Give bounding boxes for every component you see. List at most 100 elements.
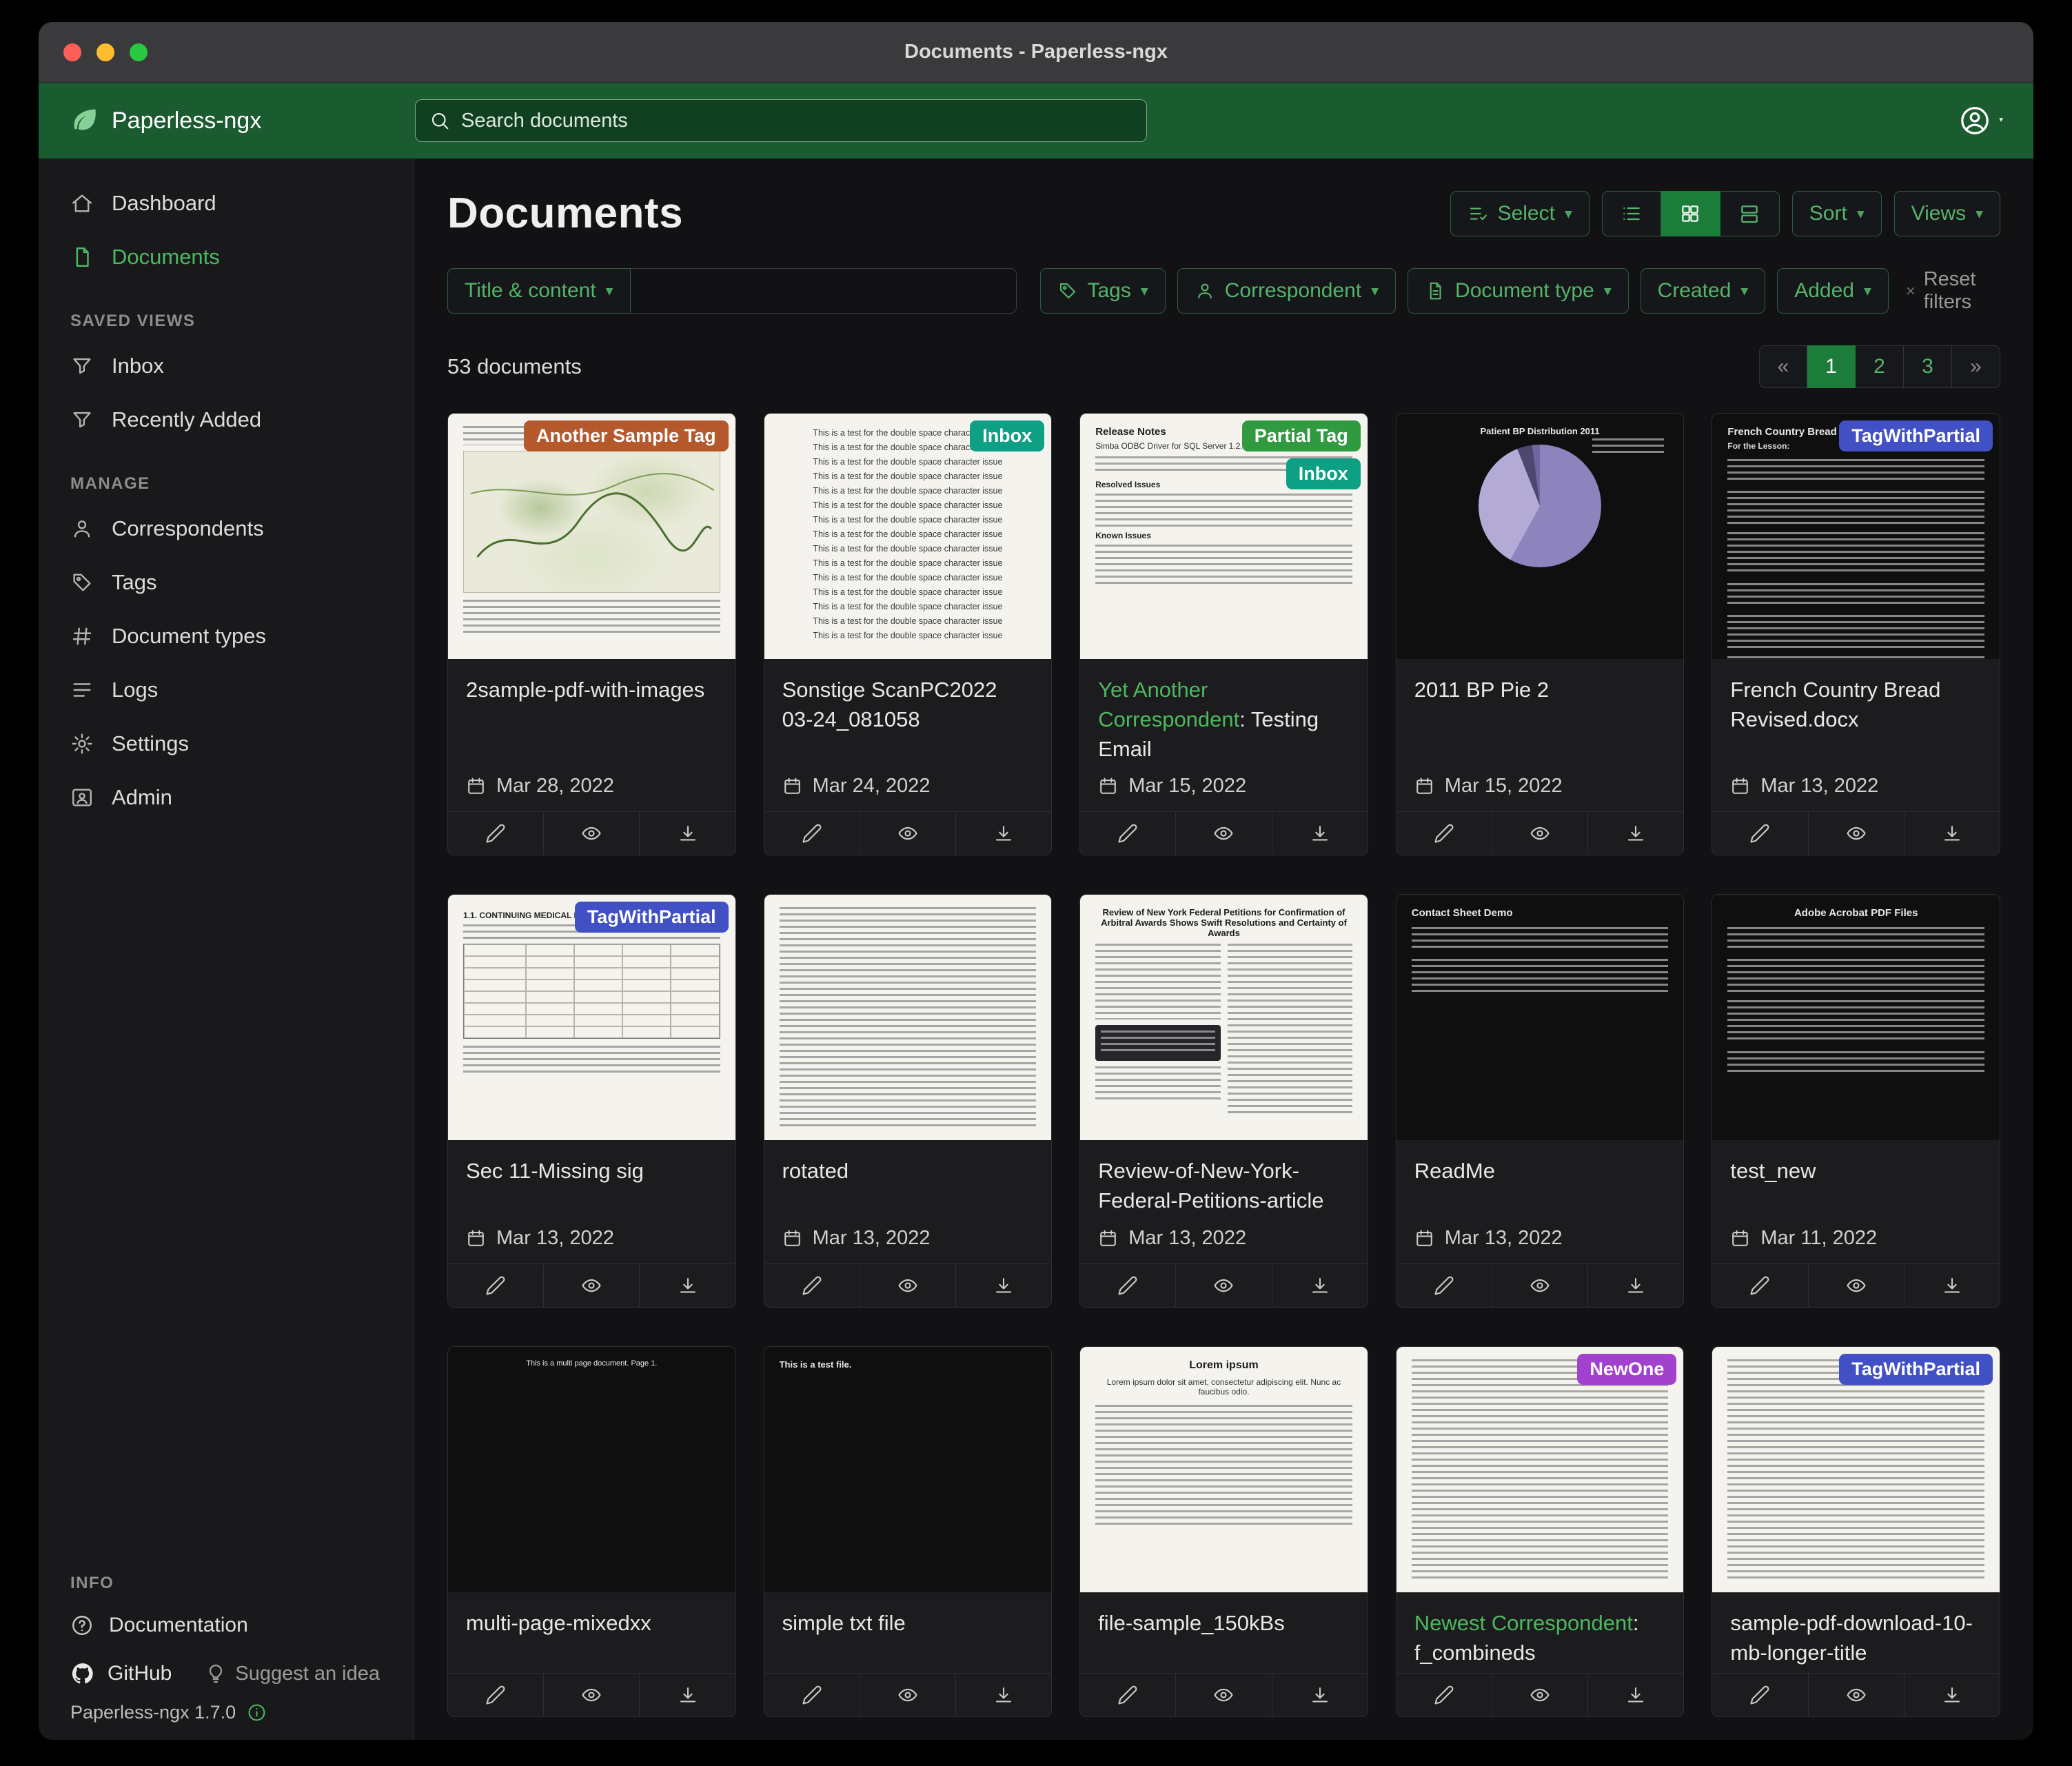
- sidebar-item-tags[interactable]: Tags: [39, 556, 414, 609]
- sidebar-item-github[interactable]: GitHub: [70, 1661, 172, 1686]
- preview-document-button[interactable]: [860, 1674, 955, 1716]
- edit-document-button[interactable]: [1712, 812, 1807, 855]
- search-input[interactable]: [461, 110, 1133, 132]
- preview-document-button[interactable]: [543, 1674, 639, 1716]
- document-title[interactable]: rotated: [764, 1140, 1052, 1221]
- download-document-button[interactable]: [955, 1674, 1051, 1716]
- filter-created-dropdown[interactable]: Created▾: [1641, 268, 1766, 314]
- document-thumbnail[interactable]: NewOne: [1396, 1347, 1684, 1592]
- pagination-prev[interactable]: «: [1759, 345, 1807, 388]
- download-document-button[interactable]: [1904, 1674, 2000, 1716]
- sidebar-item-documentation[interactable]: Documentation: [39, 1601, 414, 1650]
- sidebar-item-recently-added[interactable]: Recently Added: [39, 393, 414, 447]
- preview-document-button[interactable]: [860, 1264, 955, 1307]
- document-title[interactable]: ReadMe: [1396, 1140, 1684, 1221]
- app-brand[interactable]: Paperless-ngx: [69, 105, 415, 136]
- correspondent-link[interactable]: Newest Correspondent: [1414, 1611, 1633, 1635]
- download-document-button[interactable]: [955, 1264, 1051, 1307]
- download-document-button[interactable]: [639, 1264, 735, 1307]
- preview-document-button[interactable]: [543, 812, 639, 855]
- download-document-button[interactable]: [1587, 1264, 1683, 1307]
- sidebar-item-document-types[interactable]: Document types: [39, 609, 414, 663]
- sidebar-item-suggest-idea[interactable]: Suggest an idea: [205, 1663, 380, 1685]
- edit-document-button[interactable]: [1396, 812, 1492, 855]
- tag-badge[interactable]: TagWithPartial: [1839, 1354, 1993, 1385]
- document-thumbnail[interactable]: This is a test file.: [764, 1347, 1052, 1592]
- document-title[interactable]: Yet Another Correspondent: Testing Email: [1080, 659, 1368, 769]
- close-window-button[interactable]: [63, 43, 81, 61]
- download-document-button[interactable]: [639, 812, 735, 855]
- document-title[interactable]: file-sample_150kBs: [1080, 1592, 1368, 1674]
- document-thumbnail[interactable]: Release NotesSimba ODBC Driver for SQL S…: [1080, 414, 1368, 659]
- download-document-button[interactable]: [1904, 1264, 2000, 1307]
- title-content-dropdown[interactable]: Title & content ▾: [447, 268, 631, 314]
- document-title[interactable]: simple txt file: [764, 1592, 1052, 1674]
- edit-document-button[interactable]: [448, 1674, 543, 1716]
- filter-correspondent-dropdown[interactable]: Correspondent▾: [1177, 268, 1396, 314]
- document-thumbnail[interactable]: [764, 895, 1052, 1140]
- document-title[interactable]: Sec 11-Missing sig: [448, 1140, 735, 1221]
- preview-document-button[interactable]: [1808, 1264, 1904, 1307]
- window-titlebar[interactable]: Documents - Paperless-ngx: [39, 22, 2033, 83]
- document-title[interactable]: multi-page-mixedxx: [448, 1592, 735, 1674]
- zoom-window-button[interactable]: [130, 43, 148, 61]
- document-thumbnail[interactable]: French Country BreadFor the Lesson:TagWi…: [1712, 414, 2000, 659]
- preview-document-button[interactable]: [1808, 1674, 1904, 1716]
- select-button[interactable]: Select ▾: [1450, 191, 1589, 236]
- document-thumbnail[interactable]: Lorem ipsumLorem ipsum dolor sit amet, c…: [1080, 1347, 1368, 1592]
- document-title[interactable]: French Country Bread Revised.docx: [1712, 659, 2000, 769]
- pagination-page-3[interactable]: 3: [1904, 345, 1952, 388]
- sidebar-item-logs[interactable]: Logs: [39, 663, 414, 717]
- preview-document-button[interactable]: [543, 1264, 639, 1307]
- edit-document-button[interactable]: [448, 1264, 543, 1307]
- download-document-button[interactable]: [1272, 1264, 1368, 1307]
- sidebar-item-documents[interactable]: Documents: [39, 230, 414, 284]
- edit-document-button[interactable]: [1080, 812, 1175, 855]
- sidebar-item-settings[interactable]: Settings: [39, 717, 414, 771]
- list-view-toggle[interactable]: [1602, 191, 1661, 236]
- document-title[interactable]: Newest Correspondent: f_combineds: [1396, 1592, 1684, 1674]
- tag-badge[interactable]: NewOne: [1577, 1354, 1676, 1385]
- user-menu[interactable]: ▾: [1959, 105, 2003, 136]
- edit-document-button[interactable]: [1712, 1674, 1807, 1716]
- edit-document-button[interactable]: [1080, 1264, 1175, 1307]
- download-document-button[interactable]: [639, 1674, 735, 1716]
- document-title[interactable]: Review-of-New-York-Federal-Petitions-art…: [1080, 1140, 1368, 1221]
- document-thumbnail[interactable]: TagWithPartial: [1712, 1347, 2000, 1592]
- info-circle-icon[interactable]: [247, 1703, 267, 1723]
- filter-added-dropdown[interactable]: Added▾: [1777, 268, 1889, 314]
- preview-document-button[interactable]: [1175, 812, 1271, 855]
- preview-document-button[interactable]: [1175, 1674, 1271, 1716]
- edit-document-button[interactable]: [1396, 1264, 1492, 1307]
- pagination-page-2[interactable]: 2: [1856, 345, 1904, 388]
- detail-view-toggle[interactable]: [1720, 191, 1780, 236]
- download-document-button[interactable]: [1904, 812, 2000, 855]
- pagination-page-1[interactable]: 1: [1807, 345, 1856, 388]
- views-button[interactable]: Views ▾: [1894, 191, 2000, 236]
- edit-document-button[interactable]: [1712, 1264, 1807, 1307]
- document-thumbnail[interactable]: Contact Sheet Demo: [1396, 895, 1684, 1140]
- minimize-window-button[interactable]: [97, 43, 114, 61]
- edit-document-button[interactable]: [448, 812, 543, 855]
- document-thumbnail[interactable]: This is a multi page document. Page 1.: [448, 1347, 735, 1592]
- edit-document-button[interactable]: [1396, 1674, 1492, 1716]
- preview-document-button[interactable]: [1492, 1674, 1587, 1716]
- sidebar-item-dashboard[interactable]: Dashboard: [39, 176, 414, 230]
- document-title[interactable]: 2sample-pdf-with-images: [448, 659, 735, 769]
- correspondent-link[interactable]: Yet Another Correspondent: [1098, 678, 1239, 731]
- preview-document-button[interactable]: [1808, 812, 1904, 855]
- filter-tags-dropdown[interactable]: Tags▾: [1040, 268, 1166, 314]
- tag-badge[interactable]: Partial Tag: [1242, 420, 1361, 451]
- sidebar-item-correspondents[interactable]: Correspondents: [39, 502, 414, 556]
- download-document-button[interactable]: [1587, 812, 1683, 855]
- edit-document-button[interactable]: [764, 1674, 860, 1716]
- preview-document-button[interactable]: [860, 812, 955, 855]
- tag-badge[interactable]: Inbox: [970, 420, 1044, 451]
- tag-badge[interactable]: Inbox: [1286, 458, 1361, 489]
- document-title[interactable]: sample-pdf-download-10-mb-longer-title: [1712, 1592, 2000, 1674]
- document-title[interactable]: test_new: [1712, 1140, 2000, 1221]
- edit-document-button[interactable]: [1080, 1674, 1175, 1716]
- sidebar-item-admin[interactable]: Admin: [39, 771, 414, 824]
- document-thumbnail[interactable]: Adobe Acrobat PDF Files: [1712, 895, 2000, 1140]
- preview-document-button[interactable]: [1175, 1264, 1271, 1307]
